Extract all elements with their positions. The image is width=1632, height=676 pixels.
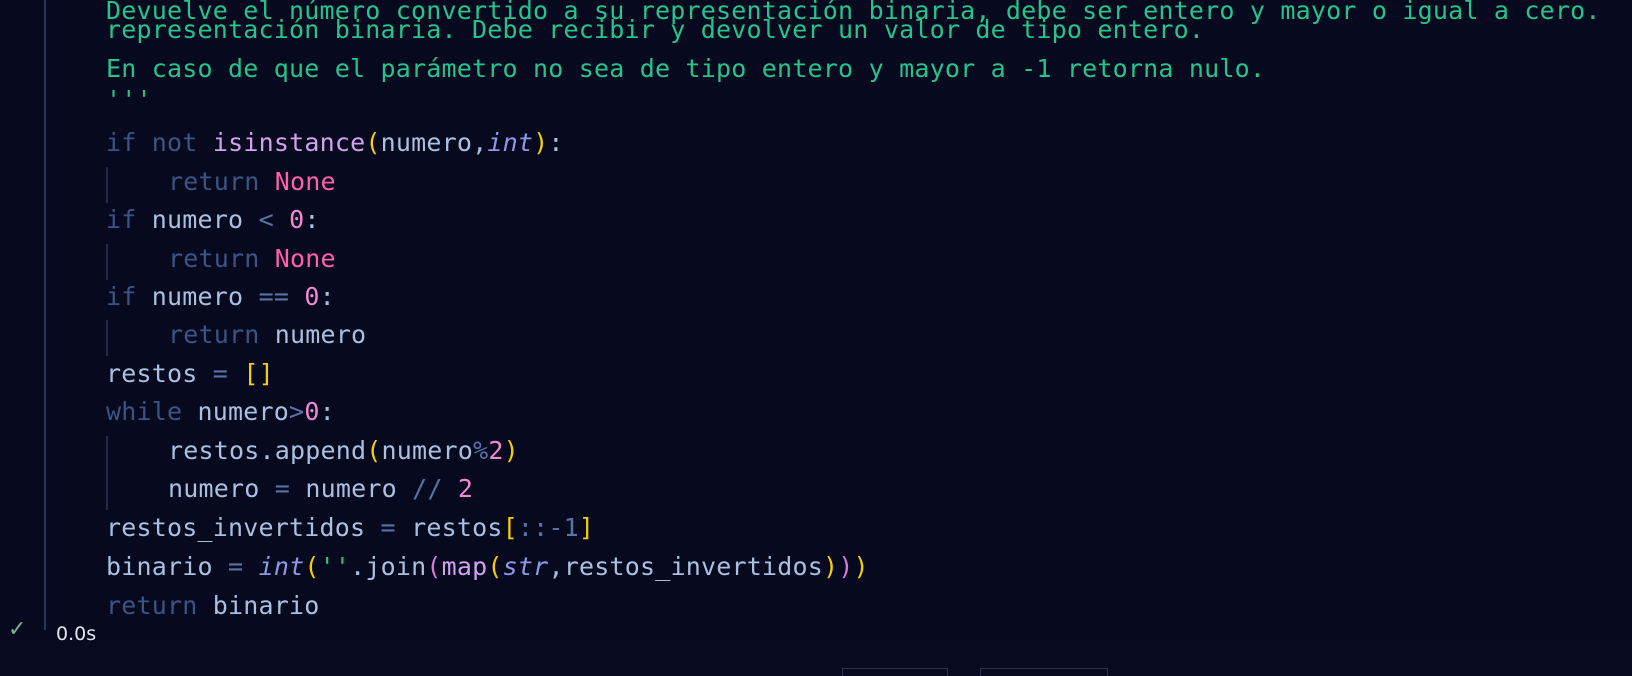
- method-join: .join: [350, 552, 427, 581]
- operator-eq: ==: [258, 282, 290, 311]
- code-line-while: while numero>0:: [106, 393, 335, 431]
- variable-restos-invertidos: restos_invertidos: [563, 552, 823, 581]
- output-toolbar-tab[interactable]: [842, 668, 948, 676]
- output-toolbar-tab[interactable]: [980, 668, 1108, 676]
- code-line-floordiv: numero = numero // 2: [106, 470, 473, 508]
- code-line-if-eq-zero: if numero == 0:: [106, 278, 335, 316]
- notebook-cell-editor[interactable]: Devuelve el número convertido a su repre…: [0, 0, 1632, 640]
- number-two: 2: [457, 474, 474, 503]
- number-zero: 0: [304, 397, 320, 426]
- operator-assign: =: [380, 513, 396, 542]
- code-line-if-lt-zero: if numero < 0:: [106, 201, 320, 239]
- code-line-return-numero: return numero: [106, 316, 366, 354]
- code-line-return-none: return None: [106, 240, 336, 278]
- close-paren: ): [853, 552, 869, 581]
- operator-floordiv: //: [412, 474, 443, 503]
- variable-binario: binario: [212, 591, 320, 620]
- operator-assign: =: [212, 359, 229, 388]
- variable-numero: numero: [197, 397, 290, 426]
- operator-lt: <: [258, 205, 274, 234]
- execution-time: 0.0s: [56, 623, 97, 645]
- builtin-int: int: [258, 552, 305, 581]
- constant-none: None: [274, 244, 336, 273]
- open-bracket: [: [502, 513, 518, 542]
- number-zero: 0: [289, 205, 305, 234]
- open-paren: (: [366, 436, 382, 465]
- function-isinstance: isinstance: [212, 128, 366, 157]
- variable-numero: numero: [151, 205, 244, 234]
- colon: :: [319, 282, 335, 311]
- cell-status-bar: [0, 640, 1632, 676]
- variable-binario: binario: [106, 552, 213, 581]
- variable-numero: numero: [168, 474, 260, 503]
- open-paren: (: [304, 552, 320, 581]
- keyword-if: if: [106, 205, 137, 234]
- variable-numero: numero: [380, 128, 473, 157]
- operator-gt: >: [289, 397, 305, 426]
- close-paren: ): [838, 552, 854, 581]
- close-bracket: ]: [578, 513, 595, 542]
- colon: :: [319, 397, 335, 426]
- number-two: 2: [488, 436, 504, 465]
- operator-mod: %: [473, 436, 489, 465]
- variable-numero: numero: [305, 474, 397, 503]
- comma: ,: [472, 128, 488, 157]
- method-append: restos.append: [168, 436, 367, 465]
- check-icon: ✓: [8, 617, 27, 642]
- function-map: map: [441, 552, 488, 581]
- number-zero: 0: [304, 282, 320, 311]
- empty-list: []: [243, 359, 274, 388]
- constant-none: None: [274, 167, 336, 196]
- cell-execution-bar: [44, 0, 46, 630]
- code-line-append: restos.append(numero%2): [106, 432, 519, 470]
- keyword-not: not: [151, 128, 198, 157]
- keyword-return: return: [106, 591, 198, 620]
- empty-string: '': [319, 552, 351, 581]
- close-paren: ): [503, 436, 519, 465]
- variable-restos-invertidos: restos_invertidos: [106, 513, 366, 542]
- docstring-close: ''': [106, 85, 152, 114]
- code-area[interactable]: Devuelve el número convertido a su repre…: [106, 0, 1606, 620]
- code-line-return-none: return None: [106, 163, 336, 201]
- open-paren: (: [487, 552, 503, 581]
- keyword-return: return: [168, 244, 260, 273]
- code-line-binario: binario = int(''.join(map(str,restos_inv…: [106, 548, 869, 586]
- variable-numero: numero: [274, 320, 367, 349]
- code-line-restos-init: restos = []: [106, 355, 274, 393]
- keyword-if: if: [106, 282, 137, 311]
- variable-restos: restos: [106, 359, 198, 388]
- code-line-return-binario: return binario: [106, 587, 320, 625]
- docstring-line-1: representación binaria. Debe recibir y d…: [106, 15, 1205, 44]
- docstring-line-2: En caso de que el parámetro no sea de ti…: [106, 54, 1266, 83]
- close-paren: ): [533, 128, 549, 157]
- keyword-while: while: [106, 397, 183, 426]
- keyword-return: return: [168, 167, 260, 196]
- colon: :: [304, 205, 320, 234]
- close-paren: ): [822, 552, 839, 581]
- comma: ,: [548, 552, 564, 581]
- builtin-int: int: [487, 128, 534, 157]
- variable-restos: restos: [411, 513, 503, 542]
- builtin-str: str: [502, 552, 549, 581]
- operator-assign: =: [274, 474, 291, 503]
- code-line-restos-invertidos: restos_invertidos = restos[::-1]: [106, 509, 594, 547]
- open-paren: (: [426, 552, 442, 581]
- code-line-if-not-isinstance: if not isinstance(numero,int):: [106, 124, 564, 162]
- open-paren: (: [365, 128, 381, 157]
- colon: :: [548, 128, 564, 157]
- variable-numero: numero: [381, 436, 474, 465]
- keyword-if: if: [106, 128, 137, 157]
- variable-numero: numero: [151, 282, 244, 311]
- keyword-return: return: [168, 320, 260, 349]
- slice-step: ::-1: [517, 513, 579, 542]
- operator-assign: =: [228, 552, 244, 581]
